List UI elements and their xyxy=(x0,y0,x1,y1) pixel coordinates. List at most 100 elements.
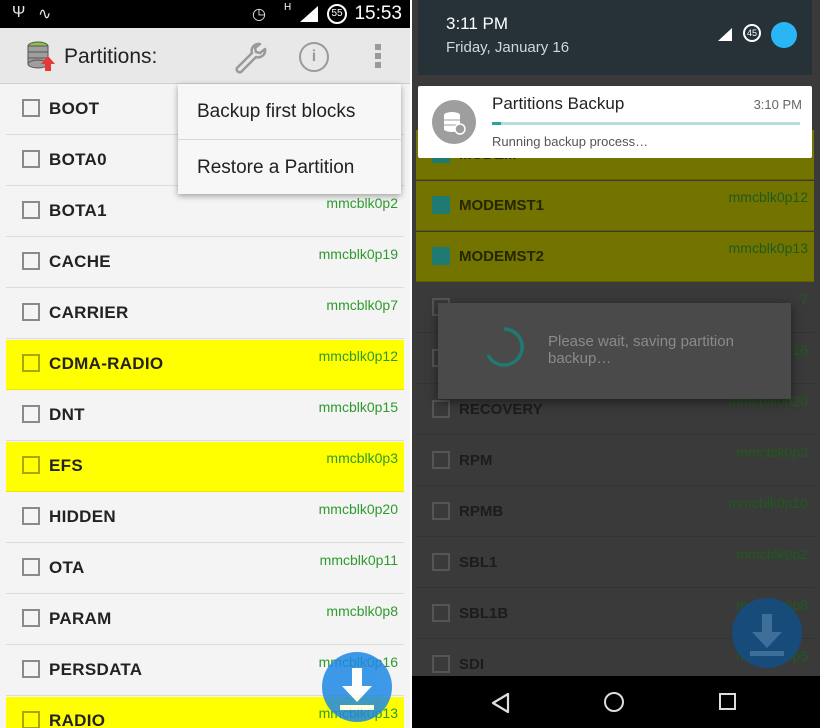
download-icon xyxy=(340,668,374,710)
back-icon[interactable] xyxy=(490,692,510,714)
partition-name: RECOVERY xyxy=(459,401,543,418)
notification-time: 3:10 PM xyxy=(753,97,802,112)
right-screen: MODEM MODEMST1 mmcblk0p12 MODEMST2 mmcbl… xyxy=(410,0,820,728)
partition-row[interactable]: MODEMST1 mmcblk0p12 xyxy=(416,181,814,231)
download-icon xyxy=(750,614,784,656)
notification-title: Partitions Backup xyxy=(492,94,625,113)
signal-icon xyxy=(718,28,732,41)
database-icon xyxy=(432,100,476,144)
partition-name: DNT xyxy=(49,405,85,424)
partition-device: mmcblk0p20 xyxy=(318,501,398,517)
progress-bar xyxy=(492,122,800,125)
partition-checkbox[interactable] xyxy=(22,201,40,219)
partition-device: mmcblk0p12 xyxy=(318,348,398,364)
partition-name: EFS xyxy=(49,456,83,475)
partition-row[interactable]: DNT mmcblk0p15 xyxy=(6,391,404,441)
partition-name: MODEMST1 xyxy=(459,197,545,214)
partition-checkbox[interactable] xyxy=(432,502,450,520)
partition-name: PARAM xyxy=(49,609,112,628)
shade-date: Friday, January 16 xyxy=(446,39,570,56)
partition-row[interactable]: RPMB mmcblk0p10 xyxy=(416,487,814,537)
partition-row[interactable]: CACHE mmcblk0p19 xyxy=(6,238,404,288)
signal-icon xyxy=(300,6,318,22)
partition-checkbox[interactable] xyxy=(432,400,450,418)
partition-device: mmcblk0p7 xyxy=(326,297,398,313)
partition-name: SBL1 xyxy=(459,554,498,571)
usb-icon: Ψ xyxy=(12,4,26,21)
notification-text: Running backup process… xyxy=(492,134,649,149)
partition-row[interactable]: CDMA-RADIO mmcblk0p12 xyxy=(6,340,404,390)
partition-row[interactable]: MODEMST2 mmcblk0p13 xyxy=(416,232,814,282)
status-time: 15:53 xyxy=(354,3,402,24)
progress-fill xyxy=(492,122,502,125)
partition-name: RPMB xyxy=(459,503,504,520)
partition-checkbox[interactable] xyxy=(432,604,450,622)
left-screen: Ψ ∿ ◷ H 55 15:53 Partitions: i BOOT BOTA… xyxy=(0,0,410,728)
backup-fab[interactable] xyxy=(322,652,392,722)
database-upload-icon[interactable] xyxy=(26,40,56,72)
partition-name: MODEMST2 xyxy=(459,248,545,265)
partition-checkbox[interactable] xyxy=(22,354,40,372)
shade-time: 3:11 PM xyxy=(446,14,509,33)
home-icon[interactable] xyxy=(604,692,624,712)
partition-row[interactable]: CARRIER mmcblk0p7 xyxy=(6,289,404,339)
recents-icon[interactable] xyxy=(719,693,736,710)
partition-row[interactable]: EFS mmcblk0p3 xyxy=(6,442,404,492)
partition-row[interactable]: RPM mmcblk0p3 xyxy=(416,436,814,486)
partition-row[interactable]: PARAM mmcblk0p8 xyxy=(6,595,404,645)
partition-checkbox[interactable] xyxy=(22,456,40,474)
dialog-message: Please wait, saving partition backup… xyxy=(548,333,734,367)
partition-checkbox[interactable] xyxy=(432,451,450,469)
partition-name: RADIO xyxy=(49,711,106,728)
partition-name: BOOT xyxy=(49,99,100,118)
partition-device: mmcblk0p3 xyxy=(736,444,808,460)
partition-checkbox[interactable] xyxy=(22,558,40,576)
backup-notification[interactable]: Partitions Backup 3:10 PM Running backup… xyxy=(418,86,812,158)
partition-name: OTA xyxy=(49,558,85,577)
partition-checkbox[interactable] xyxy=(22,252,40,270)
partition-device: mmcblk0p15 xyxy=(318,399,398,415)
partition-device: mmcblk0p13 xyxy=(728,240,808,256)
partition-checkbox[interactable] xyxy=(22,660,40,678)
partition-checkbox[interactable] xyxy=(22,711,40,728)
partition-checkbox[interactable] xyxy=(22,150,40,168)
partition-checkbox[interactable] xyxy=(22,405,40,423)
partition-row[interactable]: HIDDEN mmcblk0p20 xyxy=(6,493,404,543)
partition-device: mmcblk0p19 xyxy=(318,246,398,262)
status-bar: Ψ ∿ ◷ H 55 15:53 xyxy=(0,0,410,28)
partition-checkbox[interactable] xyxy=(22,99,40,117)
partition-name: CARRIER xyxy=(49,303,129,322)
partition-device: 16 xyxy=(792,342,808,358)
partition-checkbox[interactable] xyxy=(22,609,40,627)
partition-checkbox[interactable] xyxy=(432,196,450,214)
partition-device: mmcblk0p2 xyxy=(736,546,808,562)
screenshot-composite: Ψ ∿ ◷ H 55 15:53 Partitions: i BOOT BOTA… xyxy=(0,0,820,728)
partition-device: mmcblk0p10 xyxy=(728,495,808,511)
partition-name: SDI xyxy=(459,656,485,673)
info-icon[interactable]: i xyxy=(299,42,329,72)
menu-item-restore-partition[interactable]: Restore a Partition xyxy=(178,139,401,194)
partition-checkbox[interactable] xyxy=(432,655,450,673)
user-avatar-icon[interactable] xyxy=(771,22,797,48)
partition-name: CACHE xyxy=(49,252,111,271)
notification-shade-header: 3:11 PM Friday, January 16 45 xyxy=(418,0,812,75)
partition-checkbox[interactable] xyxy=(432,247,450,265)
wifi-icon: ∿ xyxy=(38,6,52,23)
partition-name: PERSDATA xyxy=(49,660,143,679)
partition-device: mmcblk0p11 xyxy=(319,552,398,568)
partition-row[interactable]: SBL1 mmcblk0p2 xyxy=(416,538,814,588)
partition-row[interactable]: OTA mmcblk0p11 xyxy=(6,544,404,594)
partition-checkbox[interactable] xyxy=(22,507,40,525)
more-vert-icon[interactable] xyxy=(372,44,384,70)
battery-icon: 45 xyxy=(743,24,761,42)
menu-item-backup-first-blocks[interactable]: Backup first blocks xyxy=(178,84,401,139)
partition-name: BOTA1 xyxy=(49,201,107,220)
partition-device: mmcblk0p2 xyxy=(326,195,398,211)
partition-name: HIDDEN xyxy=(49,507,116,526)
overflow-menu: Backup first blocks Restore a Partition xyxy=(178,84,401,194)
backup-fab[interactable] xyxy=(732,598,802,668)
partition-checkbox[interactable] xyxy=(22,303,40,321)
partition-checkbox[interactable] xyxy=(432,553,450,571)
partition-device: mmcblk0p8 xyxy=(326,603,398,619)
wrench-icon[interactable] xyxy=(232,40,268,76)
